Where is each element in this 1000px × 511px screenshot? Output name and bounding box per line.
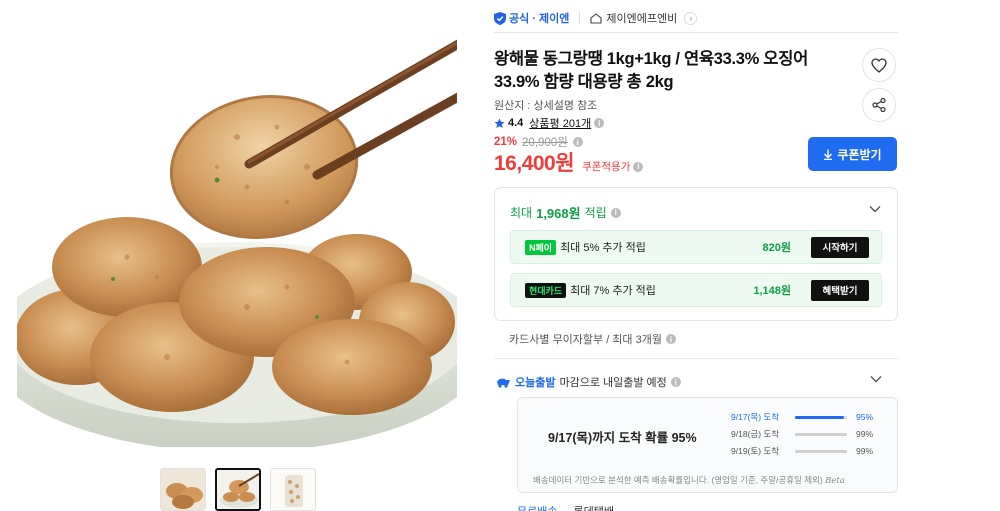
review-link[interactable]: 상품평 201개 — [529, 115, 591, 131]
probability-date: 9/19(토) 도착 — [731, 446, 780, 456]
thumbnail-3[interactable] — [270, 468, 316, 511]
info-icon[interactable]: i — [633, 161, 644, 172]
store-link[interactable]: 제이엔에프엔비 › — [590, 10, 698, 26]
rating-score: 4.4 — [508, 117, 524, 129]
probability-row: 9/17(목) 도착 95% — [731, 411, 873, 423]
point-row-amount: 1,148원 — [753, 285, 791, 297]
chevron-right-icon: › — [684, 11, 698, 25]
heart-icon — [871, 57, 887, 73]
today-ship-label: 오늘출발 — [515, 377, 556, 389]
info-icon[interactable]: i — [610, 207, 621, 218]
official-badge[interactable]: 공식 · 제이엔 — [494, 10, 569, 26]
probability-date: 9/18(금) 도착 — [731, 429, 780, 439]
get-benefit-button[interactable]: 혜택받기 — [811, 279, 869, 301]
point-row-text: 최대 7% 추가 적립 — [570, 285, 656, 297]
delivery-main-text: 9/17(목)까지 도착 확률 95% — [548, 431, 697, 445]
probability-bar — [795, 432, 847, 436]
download-icon — [824, 149, 833, 160]
delivery-probability-box: 9/17(목)까지 도착 확률 95% 9/17(목) 도착 95% 9/18(… — [517, 397, 898, 493]
info-icon[interactable]: i — [670, 377, 681, 387]
hyundaicard-points-row: 현대카드 최대 7% 추가 적립 1,148원 혜택받기 — [510, 273, 882, 307]
info-icon[interactable]: i — [572, 137, 583, 147]
info-icon[interactable]: i — [594, 118, 605, 128]
footnote-text: 배송데이터 기반으로 분석한 예측 배송확률입니다. (영업일 기준, 주말/공… — [533, 475, 823, 485]
divider — [494, 32, 898, 33]
start-button[interactable]: 시작하기 — [811, 236, 869, 258]
points-amount: 1,968원 — [536, 206, 581, 221]
points-header[interactable]: 최대 1,968원 적립 i — [510, 203, 621, 222]
points-suffix: 적립 — [584, 206, 607, 220]
product-info-panel: 공식 · 제이엔 제이엔에프엔비 › 왕해물 동그랑땡 1kg+1kg / 연육… — [494, 0, 898, 511]
probability-bar — [795, 415, 847, 419]
store-row: 공식 · 제이엔 제이엔에프엔비 › — [494, 8, 698, 28]
probability-percent: 99% — [856, 429, 874, 439]
price-row: 16,400원 쿠폰적용가 i — [494, 147, 644, 177]
coupon-note-label: 쿠폰적용가 — [582, 161, 631, 173]
store-name: 제이엔에프엔비 — [606, 13, 678, 25]
courier-label: 롯데택배 — [573, 503, 613, 511]
info-icon[interactable]: i — [665, 334, 676, 344]
probability-row: 9/19(토) 도착 99% — [731, 445, 873, 457]
points-panel: 최대 1,968원 적립 i N페이 최대 5% 추가 적립 820원 시작하기… — [494, 187, 898, 321]
coupon-price-note: 쿠폰적용가 i — [582, 159, 644, 174]
probability-row: 9/18(금) 도착 99% — [731, 428, 873, 440]
official-label: 공식 · 제이엔 — [509, 13, 570, 25]
point-row-text: 최대 5% 추가 적립 — [560, 242, 646, 254]
thumbnail-2[interactable] — [215, 468, 261, 511]
shield-check-icon — [494, 11, 506, 25]
points-prefix: 최대 — [510, 206, 533, 220]
sale-price: 16,400원 — [494, 152, 575, 175]
shipping-method-row: 무료배송 롯데택배 — [517, 503, 614, 511]
share-button[interactable] — [862, 88, 896, 122]
divider — [494, 358, 898, 359]
coupon-download-button[interactable]: 쿠폰받기 — [808, 137, 897, 171]
product-photo — [17, 39, 457, 447]
origin-text: 원산지 : 상세설명 참조 — [494, 100, 598, 112]
chevron-down-icon[interactable] — [868, 202, 882, 216]
product-main-image[interactable] — [17, 17, 457, 447]
home-icon — [590, 12, 602, 24]
delivery-truck-icon — [497, 378, 510, 388]
share-icon — [872, 98, 886, 112]
star-icon — [494, 118, 505, 128]
free-shipping-label: 무료배송 — [517, 503, 557, 511]
point-row-amount: 820원 — [762, 242, 791, 254]
naverpay-tag: N페이 — [525, 239, 557, 255]
today-ship-text: 마감으로 내일출발 예정 — [559, 377, 667, 389]
probability-bar-fill — [795, 415, 845, 419]
thumbnail-strip — [160, 468, 316, 511]
probability-bar-fill — [795, 432, 847, 436]
rating-row: 4.4 상품평 201개 i — [494, 115, 605, 131]
wishlist-button[interactable] — [862, 48, 896, 82]
coupon-button-label: 쿠폰받기 — [837, 147, 882, 162]
naverpay-points-row: N페이 최대 5% 추가 적립 820원 시작하기 — [510, 230, 882, 264]
probability-percent: 95% — [856, 412, 874, 422]
thumbnail-1[interactable] — [160, 468, 206, 511]
delivery-footnote: 배송데이터 기반으로 분석한 예측 배송확률입니다. (영업일 기준, 주말/공… — [533, 474, 845, 486]
installment-info: 카드사별 무이자할부 / 최대 3개월 i — [509, 331, 676, 347]
probability-percent: 99% — [856, 446, 874, 456]
chevron-down-icon[interactable] — [869, 372, 883, 386]
probability-bar-fill — [795, 449, 847, 453]
hyundaicard-tag: 현대카드 — [525, 282, 567, 298]
installment-text: 카드사별 무이자할부 / 최대 3개월 — [509, 334, 662, 346]
probability-date: 9/17(목) 도착 — [731, 412, 780, 422]
beta-label: Beta — [825, 476, 845, 486]
product-title: 왕해물 동그랑땡 1kg+1kg / 연육33.3% 오징어 33.9% 함량 … — [494, 50, 808, 91]
divider — [579, 12, 581, 24]
shipping-header: 오늘출발 마감으로 내일출발 예정 i — [496, 374, 681, 390]
probability-bar — [795, 449, 847, 453]
